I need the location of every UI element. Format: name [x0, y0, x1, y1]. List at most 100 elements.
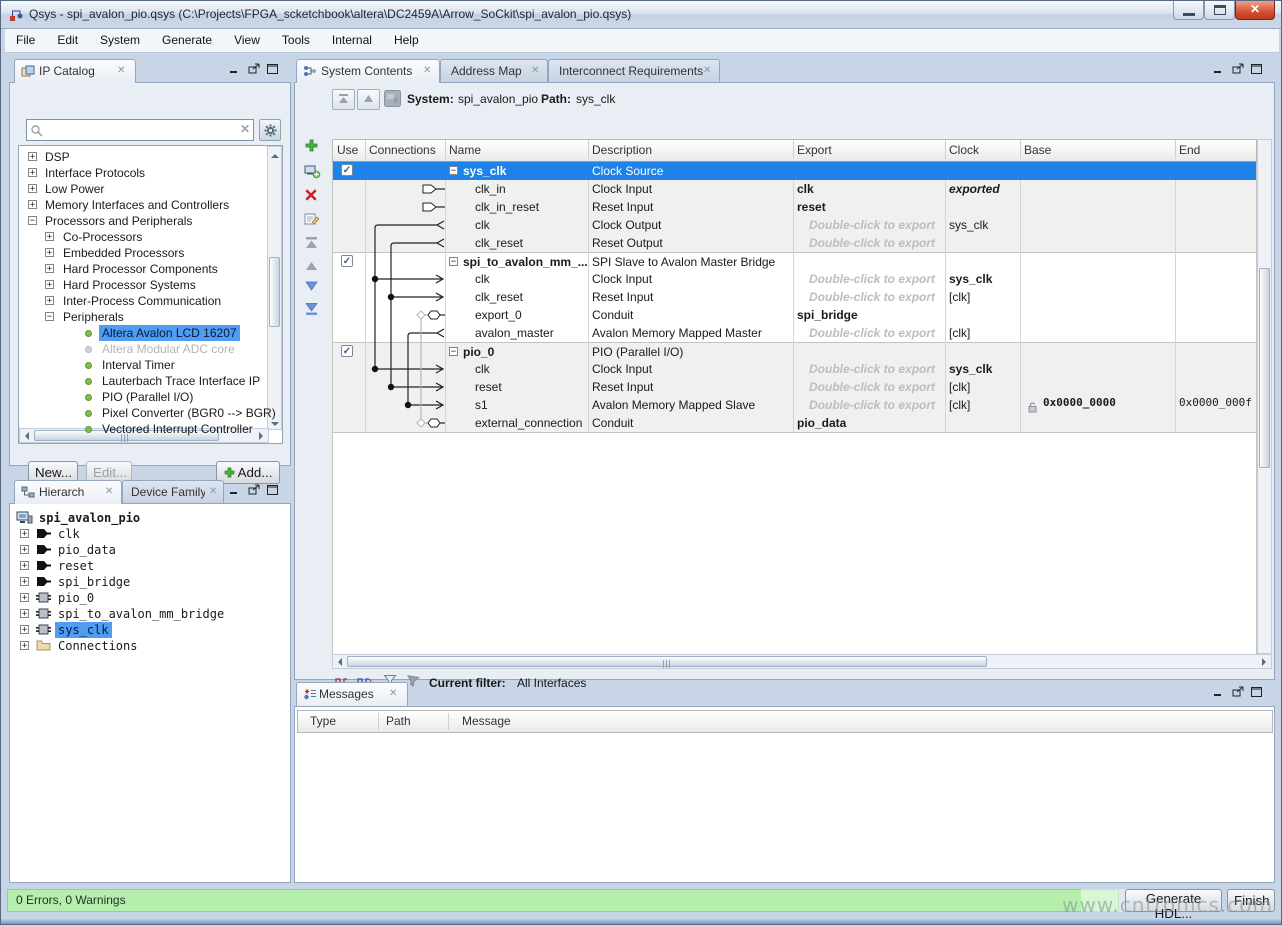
move-bottom-toolbar-button[interactable]	[304, 302, 322, 320]
clock-value[interactable]: exported	[949, 180, 1000, 198]
interface-row-reset[interactable]: resetReset InputDouble-click to export[c…	[333, 378, 1257, 396]
clock-value[interactable]: [clk]	[949, 288, 970, 306]
column-divider[interactable]	[365, 140, 366, 159]
menu-item-file[interactable]: File	[5, 29, 46, 52]
panel-maximize-button[interactable]	[1251, 686, 1267, 699]
hierarchy-item-reset[interactable]: +reset	[10, 558, 290, 574]
export-hint[interactable]: Double-click to export	[809, 324, 935, 342]
panel-minimize-button[interactable]	[1212, 63, 1228, 76]
messages-header[interactable]: Type Path Message	[297, 710, 1273, 733]
column-divider[interactable]	[1175, 140, 1176, 159]
column-use[interactable]: Use	[337, 140, 358, 161]
ip-tree-item[interactable]: +Inter-Process Communication	[19, 293, 282, 309]
hierarchy-item-clk[interactable]: +clk	[10, 526, 290, 542]
menu-item-edit[interactable]: Edit	[46, 29, 89, 52]
use-checkbox[interactable]: ✓	[341, 164, 353, 176]
module-row-pio-0[interactable]: ✓−pio_0PIO (Parallel I/O)	[333, 342, 1257, 360]
column-export[interactable]: Export	[797, 140, 832, 161]
clock-value[interactable]: [clk]	[949, 396, 970, 414]
export-value[interactable]: pio_data	[797, 414, 846, 432]
clock-value[interactable]: sys_clk	[949, 216, 988, 234]
column-connections[interactable]: Connections	[369, 140, 436, 161]
tab-ip-catalog[interactable]: IP Catalog ✕	[14, 59, 136, 83]
tab-device-family[interactable]: Device Family ✕	[122, 480, 224, 503]
scrollbar-thumb[interactable]	[347, 656, 987, 667]
interface-row-clk_reset[interactable]: clk_resetReset InputDouble-click to expo…	[333, 288, 1257, 306]
move-to-top-nav-button[interactable]	[332, 89, 355, 110]
tab-close-icon[interactable]: ✕	[389, 683, 397, 705]
clock-value[interactable]: sys_clk	[949, 270, 992, 288]
interface-row-external_connection[interactable]: external_connectionConduitpio_data	[333, 414, 1257, 432]
tab-messages[interactable]: Messages ✕	[296, 682, 408, 706]
ip-tree-item[interactable]: Lauterbach Trace Interface IP	[19, 373, 282, 389]
tab-close-icon[interactable]: ✕	[209, 481, 217, 503]
interface-row-clk[interactable]: clkClock OutputDouble-click to exportsys…	[333, 216, 1257, 234]
tab-hierarchy[interactable]: Hierarch ✕	[14, 480, 122, 504]
tree-expander-icon[interactable]: +	[20, 593, 29, 602]
export-hint[interactable]: Double-click to export	[809, 234, 935, 252]
use-checkbox[interactable]: ✓	[341, 255, 353, 267]
base-address[interactable]: 0x0000_0000	[1043, 396, 1116, 409]
table-horizontal-scrollbar[interactable]	[332, 654, 1272, 669]
export-hint[interactable]: Double-click to export	[809, 396, 935, 414]
move-top-toolbar-button[interactable]	[304, 236, 322, 254]
column-divider[interactable]	[793, 140, 794, 159]
tree-expander-icon[interactable]: +	[20, 609, 29, 618]
remove-toolbar-button[interactable]	[304, 188, 322, 206]
tree-expander-icon[interactable]: +	[45, 280, 54, 289]
hierarchy-item-pio-data[interactable]: +pio_data	[10, 542, 290, 558]
menu-item-help[interactable]: Help	[383, 29, 430, 52]
tree-expander-icon[interactable]: +	[20, 625, 29, 634]
interface-row-clk_reset[interactable]: clk_resetReset OutputDouble-click to exp…	[333, 234, 1257, 252]
tree-expander-icon[interactable]: +	[28, 184, 37, 193]
interface-row-clk_in[interactable]: clk_inClock Inputclkexported	[333, 180, 1257, 198]
menu-item-tools[interactable]: Tools	[271, 29, 321, 52]
panel-float-button[interactable]	[1232, 686, 1248, 699]
tree-expander-icon[interactable]: +	[45, 232, 54, 241]
column-path[interactable]: Path	[386, 711, 411, 732]
ip-tree-item[interactable]: PIO (Parallel I/O)	[19, 389, 282, 405]
ip-tree-item[interactable]: Interval Timer	[19, 357, 282, 373]
window-minimize-button[interactable]	[1173, 1, 1204, 20]
ip-tree-item[interactable]: +Hard Processor Components	[19, 261, 282, 277]
ip-tree-item[interactable]: +Interface Protocols	[19, 165, 282, 181]
tree-expander-icon[interactable]: +	[28, 152, 37, 161]
panel-maximize-button[interactable]	[1251, 63, 1267, 76]
column-type[interactable]: Type	[310, 711, 336, 732]
hierarchy-item-spi-to-avalon-mm-bridge[interactable]: +spi_to_avalon_mm_bridge	[10, 606, 290, 622]
column-clock[interactable]: Clock	[949, 140, 979, 161]
ip-tree-item[interactable]: +Embedded Processors	[19, 245, 282, 261]
ip-tree-item[interactable]: Pixel Converter (BGR0 --> BGR)	[19, 405, 282, 421]
collapse-expander-icon[interactable]: −	[449, 166, 458, 175]
tree-expander-icon[interactable]: −	[45, 312, 54, 321]
ip-tree-item[interactable]: +Low Power	[19, 181, 282, 197]
tab-close-icon[interactable]: ✕	[423, 60, 431, 82]
column-divider[interactable]	[1020, 140, 1021, 159]
interface-row-clk_in_reset[interactable]: clk_in_resetReset Inputreset	[333, 198, 1257, 216]
column-name[interactable]: Name	[449, 140, 481, 161]
tab-interconnect-requirements[interactable]: Interconnect Requirements ✕	[548, 59, 720, 82]
tree-expander-icon[interactable]: +	[20, 641, 29, 650]
interface-row-s1[interactable]: s1Avalon Memory Mapped SlaveDouble-click…	[333, 396, 1257, 414]
module-row-spi-to-avalon-mm-[interactable]: ✓−spi_to_avalon_mm_...SPI Slave to Avalo…	[333, 252, 1257, 270]
interface-row-export_0[interactable]: export_0Conduitspi_bridge	[333, 306, 1257, 324]
search-options-button[interactable]	[259, 119, 281, 141]
column-description[interactable]: Description	[592, 140, 652, 161]
tree-expander-icon[interactable]: +	[20, 561, 29, 570]
ip-tree-item[interactable]: −Processors and Peripherals	[19, 213, 282, 229]
tree-expander-icon[interactable]: +	[20, 529, 29, 538]
export-value[interactable]: clk	[797, 180, 814, 198]
export-hint[interactable]: Double-click to export	[809, 360, 935, 378]
ip-tree-item[interactable]: Altera Modular ADC core	[19, 341, 282, 357]
menu-item-internal[interactable]: Internal	[321, 29, 383, 52]
tree-expander-icon[interactable]: +	[45, 248, 54, 257]
interface-row-clk[interactable]: clkClock InputDouble-click to exportsys_…	[333, 360, 1257, 378]
tab-close-icon[interactable]: ✕	[703, 60, 711, 82]
ip-tree-item[interactable]: +Co-Processors	[19, 229, 282, 245]
tree-expander-icon[interactable]: −	[28, 216, 37, 225]
move-down-toolbar-button[interactable]	[304, 280, 322, 298]
tab-close-icon[interactable]: ✕	[117, 60, 125, 82]
ip-tree-item[interactable]: +Hard Processor Systems	[19, 277, 282, 293]
panel-minimize-button[interactable]	[228, 63, 244, 76]
column-base[interactable]: Base	[1024, 140, 1051, 161]
